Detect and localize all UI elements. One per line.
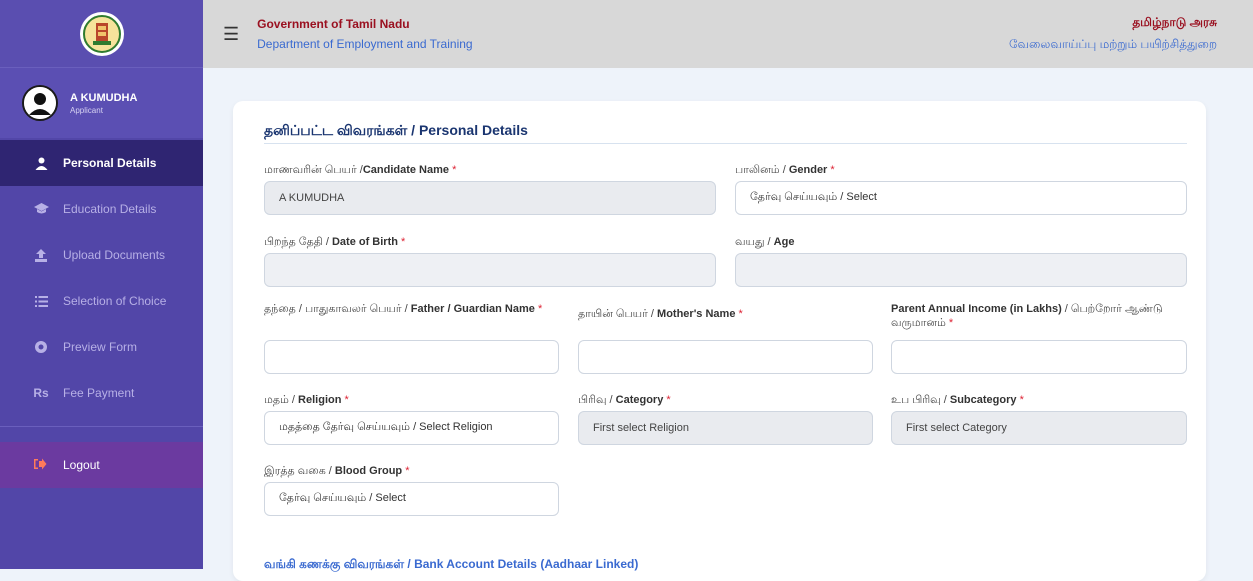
income-label: Parent Annual Income (in Lakhs) / பெற்றோ… bbox=[891, 303, 1163, 329]
blood-group-label: இரத்த வகை / Blood Group * bbox=[264, 465, 410, 477]
gov-title-en: Government of Tamil Nadu bbox=[257, 17, 410, 31]
sidebar-item-label: Education Details bbox=[63, 202, 157, 216]
father-name-label: தந்தை / பாதுகாவலர் பெயர் / Father / Guar… bbox=[264, 303, 543, 315]
candidate-name-label: மாணவரின் பெயர் /Candidate Name * bbox=[264, 164, 457, 176]
sidebar-item-selection-of-choice[interactable]: Selection of Choice bbox=[0, 278, 203, 324]
subcategory-label: உப பிரிவு / Subcategory * bbox=[891, 394, 1024, 406]
subcategory-select[interactable]: First select Category bbox=[891, 411, 1187, 445]
sidebar-item-upload-documents[interactable]: Upload Documents bbox=[0, 232, 203, 278]
mother-name-label: தாயின் பெயர் / Mother's Name * bbox=[578, 308, 743, 320]
sidebar-item-label: Upload Documents bbox=[63, 248, 166, 262]
sidebar-item-fee-payment[interactable]: Rs Fee Payment bbox=[0, 370, 203, 416]
dob-label: பிறந்த தேதி / Date of Birth * bbox=[264, 236, 406, 248]
logo-area bbox=[0, 0, 203, 68]
sidebar-item-preview-form[interactable]: Preview Form bbox=[0, 324, 203, 370]
dept-title-en: Department of Employment and Training bbox=[257, 37, 473, 51]
sidebar-item-label: Fee Payment bbox=[63, 386, 135, 400]
rupee-icon: Rs bbox=[33, 386, 49, 400]
sidebar-divider bbox=[0, 426, 203, 427]
section-divider bbox=[264, 143, 1187, 144]
sidebar: A KUMUDHA Applicant Personal Details Edu… bbox=[0, 0, 203, 569]
bank-section-title: வங்கி கணக்கு விவரங்கள் / Bank Account De… bbox=[264, 557, 639, 571]
income-input[interactable] bbox=[891, 340, 1187, 374]
user-role: Applicant bbox=[70, 105, 103, 115]
category-select[interactable]: First select Religion bbox=[578, 411, 873, 445]
father-name-input[interactable] bbox=[264, 340, 559, 374]
logout-icon bbox=[33, 458, 49, 473]
category-label: பிரிவு / Category * bbox=[578, 394, 671, 406]
sidebar-item-education-details[interactable]: Education Details bbox=[0, 186, 203, 232]
user-profile: A KUMUDHA Applicant bbox=[0, 68, 203, 138]
blood-group-select[interactable]: தேர்வு செய்யவும் / Select bbox=[264, 482, 559, 516]
logout-button[interactable]: Logout bbox=[0, 442, 203, 488]
sidebar-item-label: Personal Details bbox=[63, 156, 157, 170]
mother-name-input[interactable] bbox=[578, 340, 873, 374]
age-label: வயது / Age bbox=[735, 236, 795, 248]
sidebar-item-label: Selection of Choice bbox=[63, 294, 167, 308]
age-field[interactable] bbox=[735, 253, 1187, 287]
logout-label: Logout bbox=[63, 458, 100, 472]
religion-label: மதம் / Religion * bbox=[264, 394, 349, 406]
sidebar-item-personal-details[interactable]: Personal Details bbox=[0, 140, 203, 186]
eye-icon bbox=[33, 341, 49, 353]
top-header: ☰ Government of Tamil Nadu Department of… bbox=[203, 0, 1253, 68]
gender-label: பாலினம் / Gender * bbox=[735, 164, 835, 176]
section-title: தனிப்பட்ட விவரங்கள் / Personal Details bbox=[264, 122, 528, 138]
dept-title-ta: வேலைவாய்ப்பு மற்றும் பயிற்சித்துறை bbox=[1009, 37, 1217, 51]
avatar bbox=[22, 85, 58, 121]
user-icon bbox=[33, 157, 49, 170]
tamil-nadu-emblem-logo bbox=[79, 11, 124, 56]
gender-select[interactable]: தேர்வு செய்யவும் / Select bbox=[735, 181, 1187, 215]
gov-title-ta: தமிழ்நாடு அரசு bbox=[1132, 15, 1217, 29]
upload-icon bbox=[33, 248, 49, 262]
sidebar-item-label: Preview Form bbox=[63, 340, 138, 354]
user-name: A KUMUDHA bbox=[70, 91, 138, 104]
dob-field[interactable] bbox=[264, 253, 716, 287]
graduation-cap-icon bbox=[33, 203, 49, 215]
candidate-name-field[interactable]: A KUMUDHA bbox=[264, 181, 716, 215]
personal-details-card: தனிப்பட்ட விவரங்கள் / Personal Details ம… bbox=[233, 101, 1206, 581]
list-icon bbox=[33, 295, 49, 307]
religion-select[interactable]: மதத்தை தேர்வு செய்யவும் / Select Religio… bbox=[264, 411, 559, 445]
hamburger-menu-icon[interactable]: ☰ bbox=[223, 24, 239, 45]
